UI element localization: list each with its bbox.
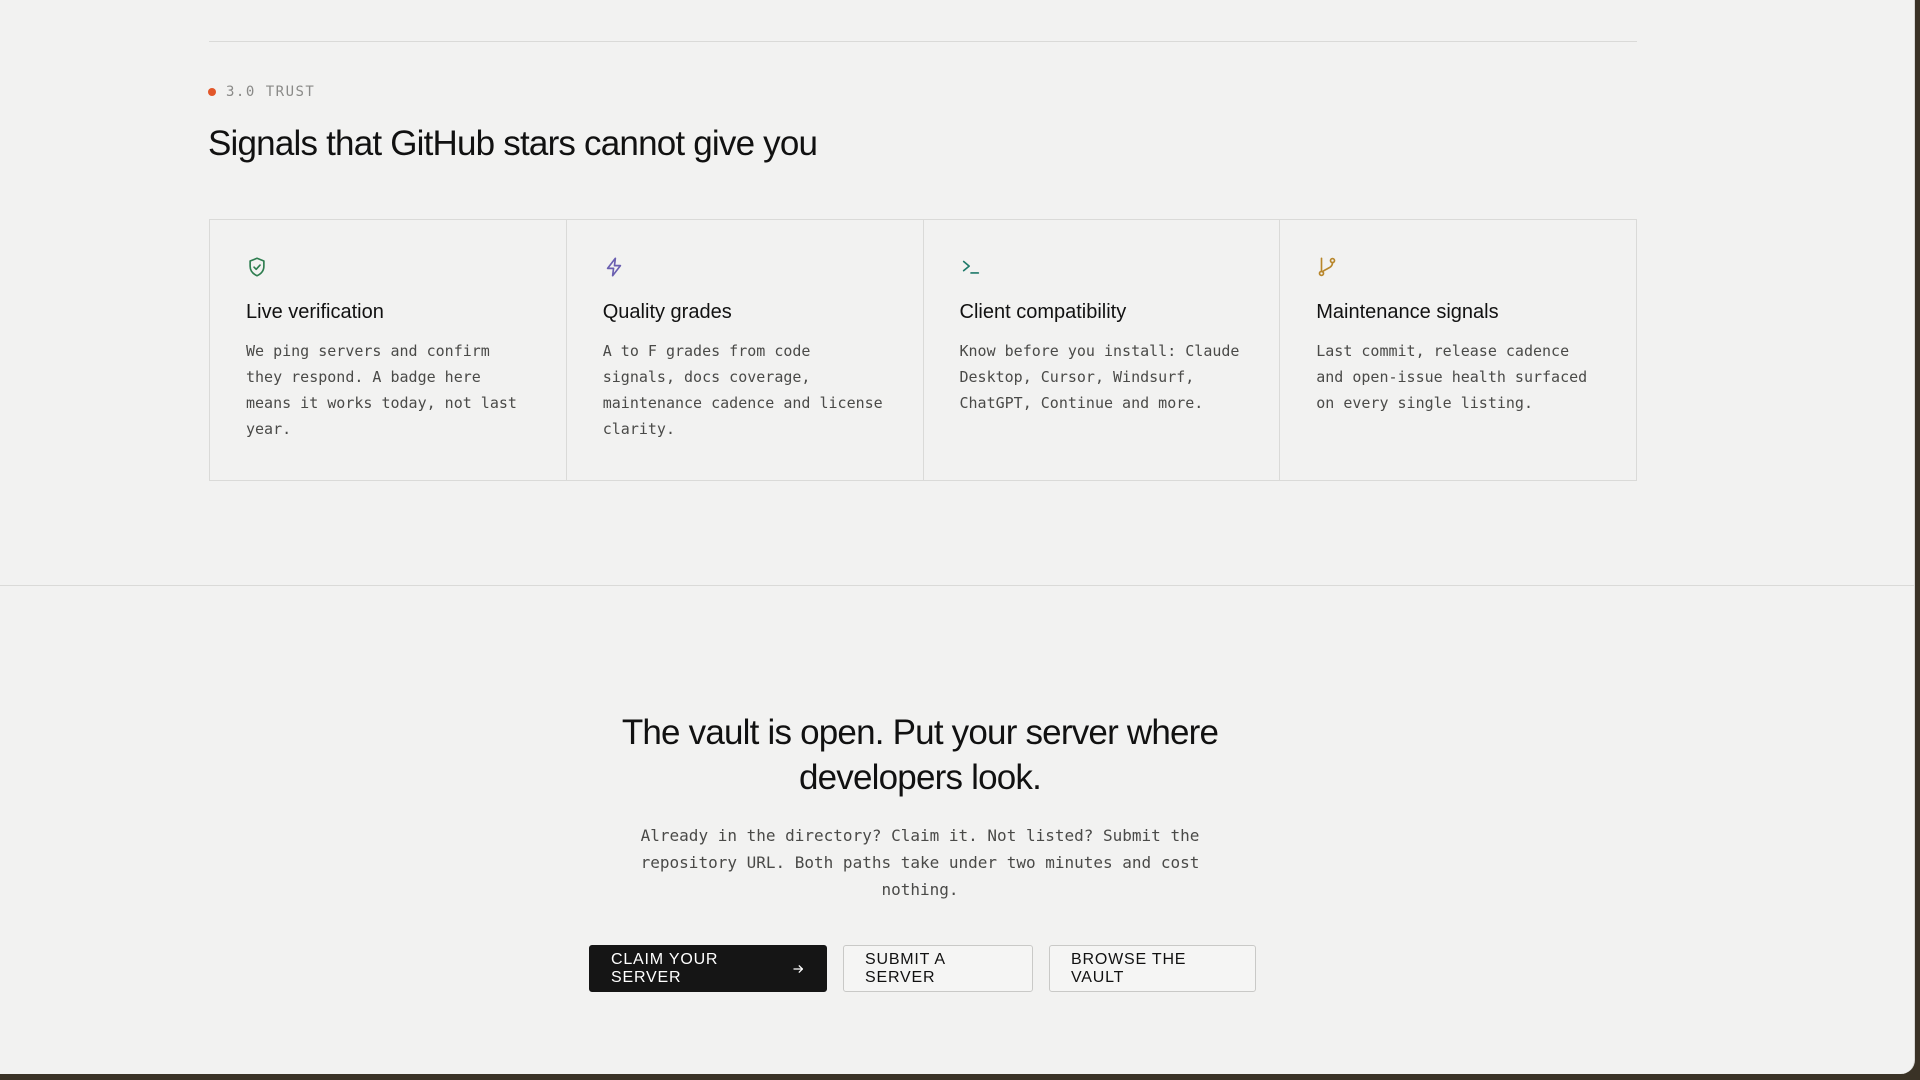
trust-features-grid: Live verification We ping servers and co… [209, 219, 1637, 481]
arrow-right-icon [793, 964, 804, 973]
submit-server-label: SUBMIT A SERVER [865, 950, 945, 986]
feature-title: Live verification [246, 301, 384, 323]
shield-check-icon [249, 257, 265, 277]
feature-card-live-verification: Live verification We ping servers and co… [210, 220, 567, 480]
eyebrow-label: 3.0 TRUST [226, 84, 316, 100]
section-eyebrow: 3.0 TRUST [208, 84, 315, 100]
feature-description: Know before you install: Claude Desktop,… [959, 342, 1240, 412]
accent-dot-icon [208, 88, 216, 96]
claim-server-label: CLAIM YOUR SERVER [611, 950, 719, 986]
lightning-icon [606, 257, 621, 277]
cta-description: Already in the directory? Claim it. Not … [640, 826, 1200, 899]
feature-description: We ping servers and confirm they respond… [246, 342, 517, 438]
browse-vault-label: BROWSE THE VAULT [1071, 950, 1187, 986]
section-divider [0, 585, 1914, 586]
terminal-icon [962, 260, 979, 274]
feature-description: A to F grades from code signals, docs co… [602, 342, 883, 438]
section-top-divider [209, 41, 1637, 42]
claim-server-button[interactable]: CLAIM YOUR SERVER [589, 945, 827, 992]
feature-title: Quality grades [602, 301, 732, 323]
trust-section-title: Signals that GitHub stars cannot give yo… [208, 124, 818, 163]
feature-card-quality-grades: Quality grades A to F grades from code s… [567, 220, 924, 480]
feature-card-maintenance-signals: Maintenance signals Last commit, release… [1280, 220, 1636, 480]
feature-card-client-compatibility: Client compatibility Know before you ins… [924, 220, 1281, 480]
feature-title: Maintenance signals [1316, 301, 1499, 323]
cta-button-group: CLAIM YOUR SERVER SUBMIT A SERVER BROWSE… [589, 945, 1256, 992]
browser-window: 3.0 TRUST Signals that GitHub stars cann… [0, 0, 1915, 1074]
submit-server-button[interactable]: SUBMIT A SERVER [843, 945, 1033, 992]
feature-title: Client compatibility [959, 301, 1127, 323]
cta-title: The vault is open. Put your server where… [621, 713, 1219, 797]
browse-vault-button[interactable]: BROWSE THE VAULT [1049, 945, 1256, 992]
git-branch-icon [1318, 257, 1336, 277]
feature-description: Last commit, release cadence and open-is… [1316, 342, 1588, 412]
